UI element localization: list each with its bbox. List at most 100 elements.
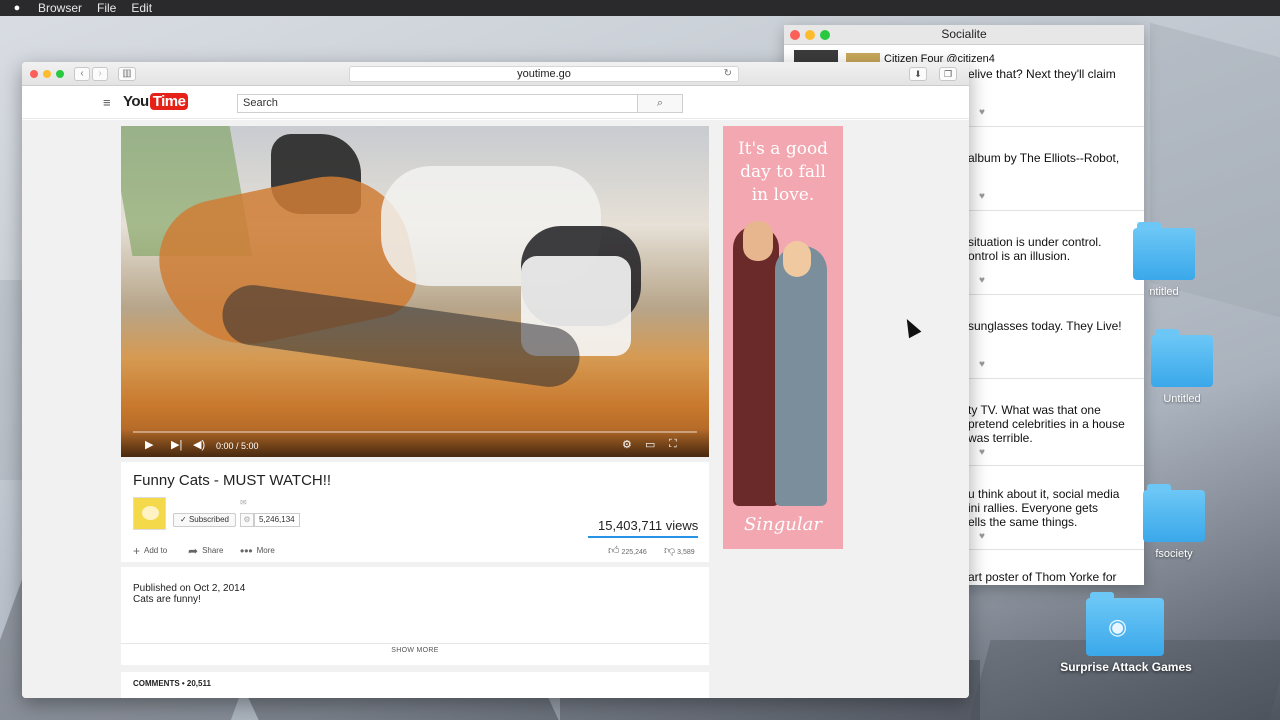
verified-icon: ✉ <box>240 498 247 507</box>
heart-icon[interactable]: ♥ <box>979 531 985 542</box>
volume-icon[interactable]: ◀) <box>193 438 205 451</box>
settings-icon[interactable]: ⚙ <box>622 438 632 451</box>
site-header: ≡ You Time Search ⌕ <box>22 87 969 119</box>
thumbs-down-icon: 👎︎ <box>664 545 676 557</box>
video-player[interactable]: ▶ ▶| ◀) 0:00 / 5:00 ⚙ ▭ ⛶ <box>121 126 709 457</box>
search-icon: ⌕ <box>656 97 664 109</box>
ad-banner[interactable]: It's a good day to fall in love. Singula… <box>723 126 843 549</box>
video-title: Funny Cats - MUST WATCH!! <box>133 472 332 489</box>
feed-post-text: situation is under control. <box>968 235 1102 249</box>
subscriber-count: 5,246,134 <box>254 513 300 527</box>
desktop-folder[interactable]: Untitled <box>1142 329 1222 405</box>
minimize-icon[interactable] <box>805 30 815 40</box>
like-count: 225,246 <box>621 549 647 556</box>
ad-brand: Singular <box>744 514 822 535</box>
channel-avatar[interactable] <box>133 497 166 530</box>
folder-icon <box>1133 222 1195 280</box>
subscribe-label: Subscribed <box>188 515 229 524</box>
url-bar[interactable]: youtime.go ↻ <box>349 66 739 82</box>
ad-headline: It's a good day to fall in love. <box>723 138 843 207</box>
add-to-label: Add to <box>144 546 168 556</box>
hamburger-menu-icon[interactable]: ≡ <box>103 95 111 110</box>
show-more-button[interactable]: SHOW MORE <box>121 647 709 654</box>
more-button[interactable]: ••• More <box>240 544 275 558</box>
comments-count: COMMENTS • 20,511 <box>133 679 211 688</box>
logo-badge: Time <box>149 93 189 110</box>
zoom-icon[interactable] <box>56 70 64 78</box>
heart-icon[interactable]: ♥ <box>979 275 985 286</box>
socialite-title: Socialite <box>941 27 987 41</box>
close-icon[interactable] <box>30 70 38 78</box>
heart-icon[interactable]: ♥ <box>979 191 985 202</box>
video-progress-bar[interactable] <box>133 431 697 433</box>
ad-figure-man-face <box>743 221 773 261</box>
subscribe-button[interactable]: ✓ Subscribed <box>173 513 236 527</box>
feed-post-text: was terrible. <box>968 431 1033 445</box>
folder-icon: ◉ <box>1086 592 1164 656</box>
thumbs-up-icon: 👍︎ <box>608 545 620 557</box>
heart-icon[interactable]: ♥ <box>979 107 985 118</box>
ad-figure-man <box>733 226 779 506</box>
divider <box>121 643 709 644</box>
feed-post-text: art poster of Thom Yorke for <box>968 570 1117 584</box>
ad-headline-line: in love. <box>751 185 815 205</box>
like-ratio-bar <box>588 536 698 538</box>
share-button[interactable]: ➦ Share <box>188 544 223 558</box>
search-button[interactable]: ⌕ <box>637 94 683 113</box>
minimize-icon[interactable] <box>43 70 51 78</box>
like-button[interactable]: 👍︎ 225,246 <box>608 544 647 557</box>
menubar: ● Browser File Edit <box>0 0 1280 16</box>
folder-icon <box>1151 329 1213 387</box>
feed-post-text: ty TV. What was that one <box>968 403 1101 417</box>
site-logo[interactable]: You Time <box>123 93 189 110</box>
menu-edit[interactable]: Edit <box>127 1 163 15</box>
folder-label: Untitled <box>1163 393 1201 405</box>
forward-icon[interactable]: › <box>92 67 108 81</box>
ad-headline-line: It's a good <box>737 139 829 159</box>
tabs-icon[interactable]: ❐ <box>939 67 957 81</box>
feed-post-text: ontrol is an illusion. <box>968 249 1071 263</box>
gamepad-icon: ◉ <box>1108 614 1128 639</box>
browser-toolbar[interactable]: ‹ › ▥ youtime.go ↻ ⬇ ❐ <box>22 62 969 86</box>
sidebar-icon[interactable]: ▥ <box>118 67 136 81</box>
feed-post-text: ells the same things. <box>968 515 1078 529</box>
heart-icon[interactable]: ♥ <box>979 359 985 370</box>
socialite-titlebar[interactable]: Socialite <box>784 25 1144 45</box>
desktop-folder[interactable]: ntitled <box>1124 222 1204 298</box>
back-icon[interactable]: ‹ <box>74 67 90 81</box>
folder-label: fsociety <box>1155 548 1193 560</box>
subscription-settings-icon[interactable]: ⚙ <box>240 513 254 527</box>
desktop-folder[interactable]: fsociety <box>1134 484 1214 560</box>
share-icon: ➦ <box>188 544 199 558</box>
feed-post-text: elive that? Next they'll claim <box>968 67 1116 81</box>
browser-window: ‹ › ▥ youtime.go ↻ ⬇ ❐ ≡ You Time Search … <box>22 62 969 698</box>
add-to-button[interactable]: + Add to <box>133 544 167 558</box>
folder-label: ntitled <box>1149 286 1179 298</box>
folder-icon <box>1143 484 1205 542</box>
search-input[interactable]: Search <box>237 94 638 113</box>
game-folder[interactable]: ◉ <box>1085 592 1165 656</box>
fullscreen-icon[interactable]: ⛶ <box>669 438 677 451</box>
game-folder-label: Surprise Attack Games <box>1060 660 1192 674</box>
feed-post-text: u think about it, social media <box>968 487 1120 501</box>
heart-icon[interactable]: ♥ <box>979 447 985 458</box>
share-label: Share <box>202 546 224 556</box>
menu-file[interactable]: File <box>93 1 127 15</box>
menu-browser[interactable]: Browser <box>34 1 93 15</box>
play-icon[interactable]: ▶ <box>145 438 153 451</box>
download-icon[interactable]: ⬇ <box>909 67 927 81</box>
theater-mode-icon[interactable]: ▭ <box>645 438 655 451</box>
zoom-icon[interactable] <box>820 30 830 40</box>
video-description: Cats are funny! <box>133 594 201 605</box>
ad-figure-woman <box>775 246 827 506</box>
apple-icon[interactable]: ● <box>0 2 34 14</box>
dislike-count: 3,589 <box>677 549 695 556</box>
reload-icon[interactable]: ↻ <box>724 67 732 81</box>
close-icon[interactable] <box>790 30 800 40</box>
feed-post-text: pretend celebrities in a house <box>968 417 1125 431</box>
next-icon[interactable]: ▶| <box>171 438 182 451</box>
feed-post-text: sunglasses today. They Live! <box>968 319 1122 333</box>
plus-icon: + <box>133 544 141 558</box>
dislike-button[interactable]: 👎︎ 3,589 <box>664 544 695 557</box>
video-time: 0:00 / 5:00 <box>216 441 259 451</box>
